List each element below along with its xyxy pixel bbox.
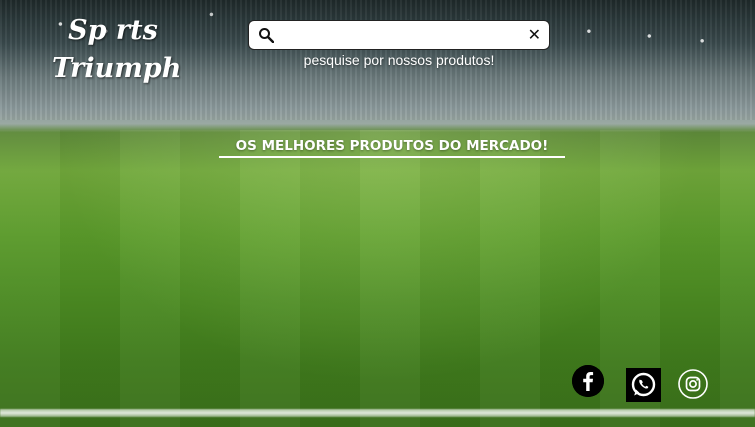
facebook-icon[interactable]: [572, 365, 604, 397]
instagram-icon[interactable]: [678, 369, 708, 399]
search-icon[interactable]: [257, 26, 275, 44]
close-icon[interactable]: ✕: [528, 27, 541, 43]
brand-line-2: Triumph: [52, 53, 182, 84]
search-caption: pesquise por nossos produtos!: [303, 52, 495, 68]
whatsapp-icon[interactable]: [626, 368, 661, 402]
social-links: [572, 365, 712, 402]
field-line: [0, 409, 755, 417]
search-input[interactable]: [283, 22, 520, 48]
hero-tagline-link[interactable]: OS MELHORES PRODUTOS DO MERCADO!: [219, 138, 565, 158]
brand-line-1: Sp rts: [68, 15, 158, 46]
search-bar[interactable]: ✕: [248, 20, 550, 50]
brand-logo[interactable]: Sp rts Triumph: [48, 12, 218, 88]
